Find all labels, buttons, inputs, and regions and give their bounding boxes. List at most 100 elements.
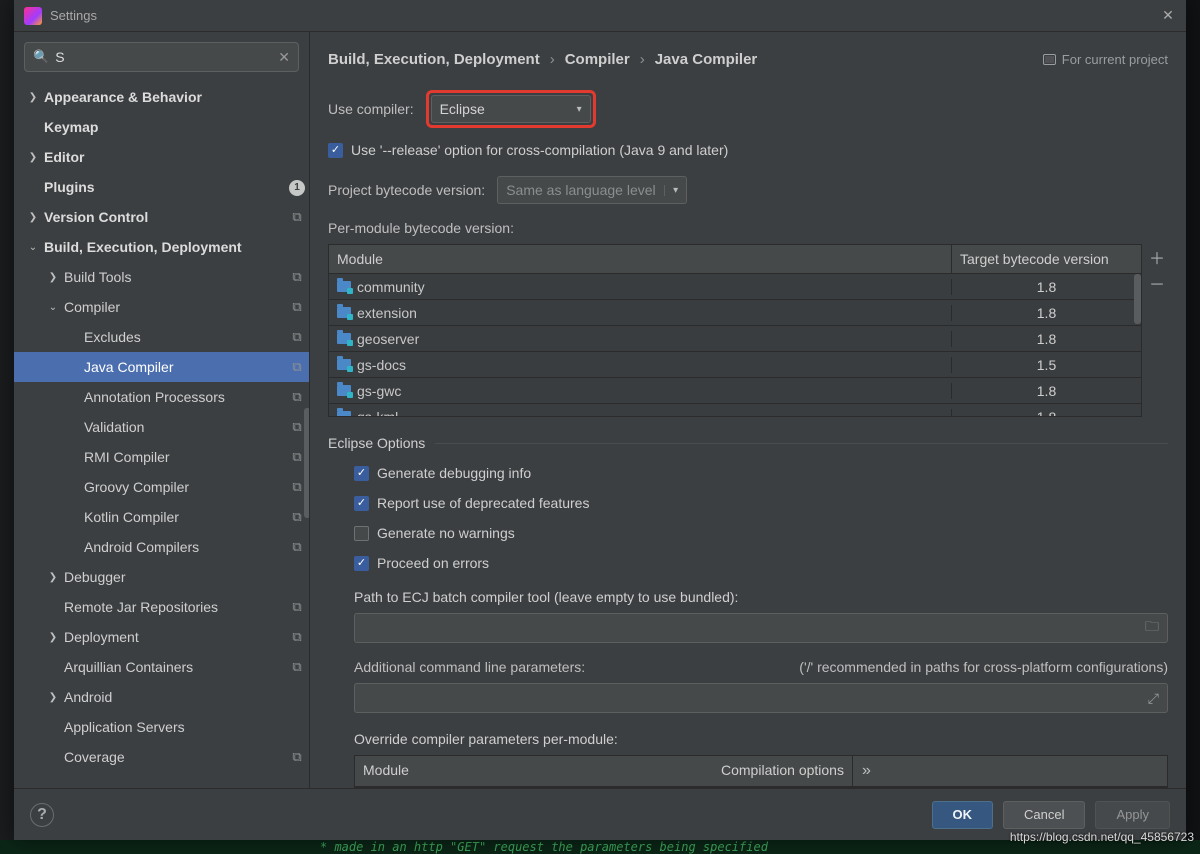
override-col-options[interactable]: Compilation options xyxy=(713,756,852,786)
chevron-right-icon: › xyxy=(640,51,645,68)
tree-item[interactable]: Validation⧉ xyxy=(14,412,309,442)
use-compiler-select[interactable]: Eclipse ▾ xyxy=(431,95,591,123)
breadcrumb-b[interactable]: Compiler xyxy=(565,51,630,68)
target-version[interactable]: 1.8 xyxy=(951,279,1141,295)
module-folder-icon xyxy=(337,307,351,318)
checkbox-icon[interactable] xyxy=(354,496,369,511)
target-version[interactable]: 1.8 xyxy=(951,305,1141,321)
apply-button[interactable]: Apply xyxy=(1095,801,1170,829)
table-row[interactable]: geoserver1.8 xyxy=(329,326,1141,352)
report-deprecated-checkbox[interactable]: Report use of deprecated features xyxy=(354,495,1168,511)
add-row-button[interactable]: ＋ xyxy=(1148,248,1166,266)
checkbox-icon[interactable] xyxy=(328,143,343,158)
target-version[interactable]: 1.8 xyxy=(951,331,1141,347)
override-table[interactable]: Module Compilation options » xyxy=(354,755,1168,788)
breadcrumb-c: Java Compiler xyxy=(655,51,758,68)
close-icon[interactable]: ✕ xyxy=(1160,8,1176,24)
tree-item[interactable]: ❯Editor xyxy=(14,142,309,172)
remove-row-button[interactable]: － xyxy=(1148,274,1166,292)
col-module[interactable]: Module xyxy=(329,245,951,273)
target-version[interactable]: 1.8 xyxy=(951,409,1141,417)
table-row[interactable]: gs-gwc 1.8 xyxy=(329,378,1141,404)
project-bytecode-select[interactable]: Same as language level ▾ xyxy=(497,176,687,204)
tree-item[interactable]: ❯Debugger xyxy=(14,562,309,592)
module-name: gs-kml xyxy=(357,409,398,417)
tree-item[interactable]: ❯Build Tools⧉ xyxy=(14,262,309,292)
checkbox-icon[interactable] xyxy=(354,466,369,481)
cmd-params-hint: ('/' recommended in paths for cross-plat… xyxy=(799,659,1168,675)
tree-item[interactable]: Android Compilers⧉ xyxy=(14,532,309,562)
tree-item[interactable]: ❯Android xyxy=(14,682,309,712)
tree-item[interactable]: Annotation Processors⧉ xyxy=(14,382,309,412)
target-version[interactable]: 1.8 xyxy=(951,383,1141,399)
window-title: Settings xyxy=(50,8,97,23)
tree-item[interactable]: ❯Appearance & Behavior xyxy=(14,82,309,112)
gen-no-warnings-label: Generate no warnings xyxy=(377,525,515,541)
per-module-label: Per-module bytecode version: xyxy=(328,220,1168,236)
table-row[interactable]: extension 1.8 xyxy=(329,300,1141,326)
table-scrollbar-thumb[interactable] xyxy=(1134,274,1141,324)
table-row[interactable]: gs-kml 1.8 xyxy=(329,404,1141,416)
ecj-path-field[interactable]: 🗀 xyxy=(354,613,1168,643)
tree-item[interactable]: Excludes⧉ xyxy=(14,322,309,352)
module-name: gs-docs xyxy=(357,357,406,373)
module-name: extension xyxy=(357,305,417,321)
module-name: gs-gwc xyxy=(357,383,401,399)
ok-button[interactable]: OK xyxy=(932,801,994,829)
tree-scrollbar-thumb[interactable] xyxy=(304,408,309,518)
tree-item[interactable]: Arquillian Containers⧉ xyxy=(14,652,309,682)
use-compiler-highlight: Eclipse ▾ xyxy=(426,90,596,128)
proceed-on-errors-label: Proceed on errors xyxy=(377,555,489,571)
project-scope-icon: ⧉ xyxy=(285,659,309,675)
chevron-icon: ⌄ xyxy=(48,302,58,313)
module-folder-icon xyxy=(337,333,351,344)
override-col-module[interactable]: Module xyxy=(355,756,713,786)
table-row[interactable]: community 1.8 xyxy=(329,274,1141,300)
checkbox-icon[interactable] xyxy=(354,526,369,541)
breadcrumb-a[interactable]: Build, Execution, Deployment xyxy=(328,51,540,68)
override-more-button[interactable]: » xyxy=(852,756,880,786)
module-name: community xyxy=(357,279,425,295)
proceed-on-errors-checkbox[interactable]: Proceed on errors xyxy=(354,555,1168,571)
target-version[interactable]: 1.5 xyxy=(951,357,1141,373)
tree-item[interactable]: Application Servers xyxy=(14,712,309,742)
tree-item[interactable]: ❯Version Control⧉ xyxy=(14,202,309,232)
module-table-header: Module Target bytecode version xyxy=(329,245,1141,274)
tree-item[interactable]: Remote Jar Repositories⧉ xyxy=(14,592,309,622)
settings-tree[interactable]: ❯Appearance & BehaviorKeymap❯EditorPlugi… xyxy=(14,78,309,788)
checkbox-icon[interactable] xyxy=(354,556,369,571)
tree-item[interactable]: Kotlin Compiler⧉ xyxy=(14,502,309,532)
release-option-checkbox[interactable]: Use '--release' option for cross-compila… xyxy=(328,142,1168,158)
expand-icon[interactable]: ⤢ xyxy=(1148,690,1159,707)
tree-item[interactable]: Coverage⧉ xyxy=(14,742,309,772)
tree-item-label: Editor xyxy=(44,149,285,165)
tree-item-label: Groovy Compiler xyxy=(84,479,285,495)
project-scope-icon: ⧉ xyxy=(285,269,309,285)
tree-item[interactable]: Groovy Compiler⧉ xyxy=(14,472,309,502)
cancel-button[interactable]: Cancel xyxy=(1003,801,1085,829)
tree-item[interactable]: Keymap xyxy=(14,112,309,142)
tree-item[interactable]: RMI Compiler⧉ xyxy=(14,442,309,472)
sidebar: 🔍 ✕ ❯Appearance & BehaviorKeymap❯EditorP… xyxy=(14,32,310,788)
tree-item[interactable]: ❯Deployment⧉ xyxy=(14,622,309,652)
tree-item[interactable]: Java Compiler⧉ xyxy=(14,352,309,382)
clear-search-icon[interactable]: ✕ xyxy=(278,49,290,66)
col-target[interactable]: Target bytecode version xyxy=(951,245,1141,273)
table-row[interactable]: gs-docs 1.5 xyxy=(329,352,1141,378)
browse-folder-icon[interactable]: 🗀 xyxy=(1145,616,1159,640)
tree-item[interactable]: Plugins1 xyxy=(14,172,309,202)
tree-item-label: Annotation Processors xyxy=(84,389,285,405)
gen-debug-checkbox[interactable]: Generate debugging info xyxy=(354,465,1168,481)
gen-no-warnings-checkbox[interactable]: Generate no warnings xyxy=(354,525,1168,541)
help-button[interactable]: ? xyxy=(30,803,54,827)
module-table[interactable]: Module Target bytecode version community… xyxy=(328,244,1142,417)
search-box[interactable]: 🔍 ✕ xyxy=(24,42,299,72)
project-scope-icon: ⧉ xyxy=(285,599,309,615)
tree-item[interactable]: ⌄Compiler⧉ xyxy=(14,292,309,322)
cmd-params-field[interactable]: ⤢ xyxy=(354,683,1168,713)
chevron-icon: ❯ xyxy=(48,272,58,283)
search-input[interactable] xyxy=(55,49,278,65)
tree-item[interactable]: ⌄Build, Execution, Deployment xyxy=(14,232,309,262)
logo-icon xyxy=(24,7,42,25)
divider xyxy=(435,443,1168,444)
